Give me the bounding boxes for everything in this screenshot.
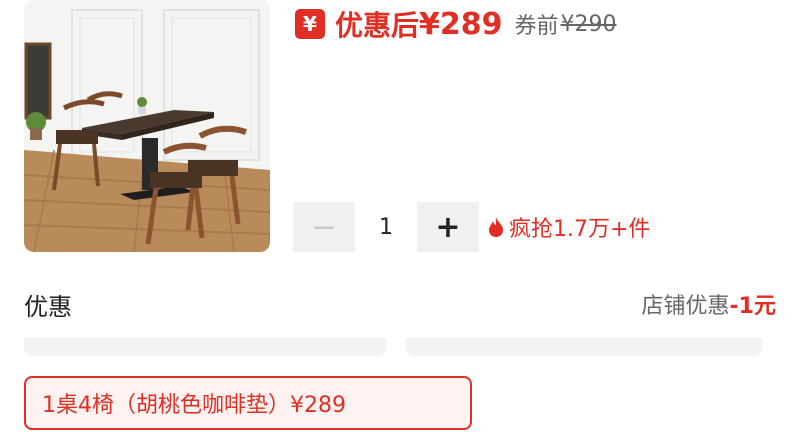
sales-text: 疯抢1.7万+件: [509, 217, 651, 242]
before-coupon-price: ¥290: [560, 11, 617, 37]
store-discount: 店铺优惠-1元: [642, 288, 776, 320]
discount-row[interactable]: 优惠 店铺优惠-1元: [24, 282, 776, 326]
table-chairs-illustration: [24, 0, 270, 252]
coupon-icon: ¥: [295, 9, 325, 39]
flame-icon: [489, 217, 503, 237]
sales-count: 疯抢1.7万+件: [487, 211, 650, 243]
before-coupon-label: 券前: [514, 14, 559, 39]
after-discount-price: ¥289: [419, 6, 503, 42]
discount-option-card[interactable]: [406, 338, 762, 356]
after-discount-label: 优惠后: [335, 9, 420, 42]
price-row: ¥ 优惠后 ¥289 券前 ¥290: [295, 4, 617, 44]
decrease-quantity-button[interactable]: −: [293, 202, 355, 252]
increase-quantity-button[interactable]: +: [417, 202, 479, 252]
quantity-stepper: − 1 + 疯抢1.7万+件: [293, 202, 650, 252]
sku-label: 1桌4椅（胡桃色咖啡垫）¥289: [42, 393, 346, 418]
discount-option-card[interactable]: [24, 338, 386, 356]
quantity-value[interactable]: 1: [355, 202, 417, 252]
store-discount-amount: -1元: [729, 294, 776, 319]
product-image[interactable]: [24, 0, 270, 252]
store-discount-label: 店铺优惠: [641, 294, 730, 319]
selected-sku-chip[interactable]: 1桌4椅（胡桃色咖啡垫）¥289: [24, 376, 472, 430]
discount-title: 优惠: [24, 292, 72, 321]
